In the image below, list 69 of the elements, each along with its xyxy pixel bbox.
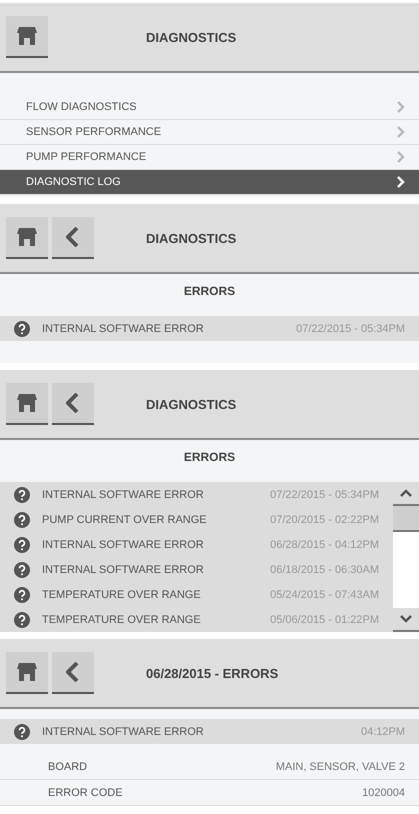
error-row[interactable]: TEMPERATURE OVER RANGE 05/24/2015 - 07:43AM — [0, 582, 393, 607]
screen-title: 06/28/2015 - ERRORS — [146, 666, 278, 680]
help-icon — [14, 536, 30, 552]
error-time: 05/06/2015 - 01:22PM — [270, 614, 379, 626]
home-button[interactable] — [6, 652, 48, 694]
error-time: 07/22/2015 - 05:34PM — [296, 322, 405, 334]
scroll-down-button[interactable] — [393, 608, 419, 632]
error-row[interactable]: INTERNAL SOFTWARE ERROR 07/22/2015 - 05:34PM — [0, 316, 419, 341]
help-icon — [14, 486, 30, 502]
menu-item[interactable]: SENSOR PERFORMANCE — [0, 120, 419, 145]
back-icon — [66, 227, 80, 247]
screen-title: DIAGNOSTICS — [146, 230, 236, 246]
section-title: ERRORS — [182, 283, 236, 300]
error-time: 04:12PM — [360, 726, 405, 738]
error-name: PUMP CURRENT OVER RANGE — [42, 514, 208, 526]
menu-item[interactable]: FLOW DIAGNOSTICS — [0, 95, 419, 120]
help-icon — [14, 612, 30, 628]
section-title: ERRORS — [182, 449, 236, 466]
error-row[interactable]: TEMPERATURE OVER RANGE 05/06/2015 - 01:22PM — [0, 607, 393, 632]
error-name: INTERNAL SOFTWARE ERROR — [42, 726, 205, 738]
scrollbar-thumb[interactable] — [393, 506, 419, 532]
error-name: INTERNAL SOFTWARE ERROR — [42, 488, 205, 500]
chevron-right-icon — [397, 101, 405, 113]
screen-title: DIAGNOSTICS — [146, 396, 236, 412]
help-icon — [14, 562, 30, 578]
help-icon — [14, 724, 30, 740]
screen-title: DIAGNOSTICS — [146, 30, 236, 44]
error-row[interactable]: INTERNAL SOFTWARE ERROR 04:12PM — [0, 719, 419, 744]
home-button[interactable] — [6, 383, 48, 425]
home-icon — [17, 663, 37, 681]
error-row[interactable]: INTERNAL SOFTWARE ERROR 06/18/2015 - 06:30AM — [0, 557, 393, 582]
field-label: ERROR CODE — [48, 786, 123, 798]
back-icon — [66, 662, 80, 682]
back-button[interactable] — [52, 217, 94, 259]
menu-item[interactable]: DIAGNOSTIC LOG — [0, 170, 419, 195]
error-time: 07/22/2015 - 05:34PM — [270, 488, 379, 500]
field-label: BOARD — [48, 760, 88, 772]
back-button[interactable] — [52, 652, 94, 694]
home-button[interactable] — [6, 16, 48, 58]
error-name: INTERNAL SOFTWARE ERROR — [42, 564, 205, 576]
error-row[interactable]: INTERNAL SOFTWARE ERROR 07/22/2015 - 05:34PM — [0, 482, 393, 507]
caret-down-icon — [400, 615, 412, 623]
back-button[interactable] — [52, 383, 94, 425]
field-value: 1020004 — [362, 786, 405, 798]
home-icon — [17, 228, 37, 246]
chevron-right-icon — [397, 176, 405, 188]
error-time: 06/18/2015 - 06:30AM — [270, 564, 379, 576]
help-icon — [14, 586, 30, 602]
help-icon — [14, 512, 30, 528]
field-value: MAIN, SENSOR, VALVE 2 — [276, 760, 405, 772]
home-icon — [17, 394, 37, 412]
back-icon — [66, 393, 80, 413]
caret-up-icon — [400, 489, 412, 497]
error-row[interactable]: INTERNAL SOFTWARE ERROR 06/28/2015 - 04:12PM — [0, 532, 393, 557]
home-button[interactable] — [6, 217, 48, 259]
error-name: INTERNAL SOFTWARE ERROR — [42, 538, 205, 550]
error-time: 06/28/2015 - 04:12PM — [270, 538, 379, 550]
error-name: TEMPERATURE OVER RANGE — [42, 588, 202, 600]
chevron-right-icon — [397, 151, 405, 163]
error-time: 07/20/2015 - 02:22PM — [270, 514, 379, 526]
home-icon — [17, 27, 37, 45]
error-row[interactable]: PUMP CURRENT OVER RANGE 07/20/2015 - 02:22PM — [0, 507, 393, 532]
error-name: INTERNAL SOFTWARE ERROR — [42, 322, 205, 334]
error-name: TEMPERATURE OVER RANGE — [42, 614, 202, 626]
scroll-up-button[interactable] — [393, 482, 419, 506]
chevron-right-icon — [397, 126, 405, 138]
error-time: 05/24/2015 - 07:43AM — [270, 588, 379, 600]
scrollbar[interactable] — [393, 482, 419, 632]
help-icon — [14, 320, 30, 336]
